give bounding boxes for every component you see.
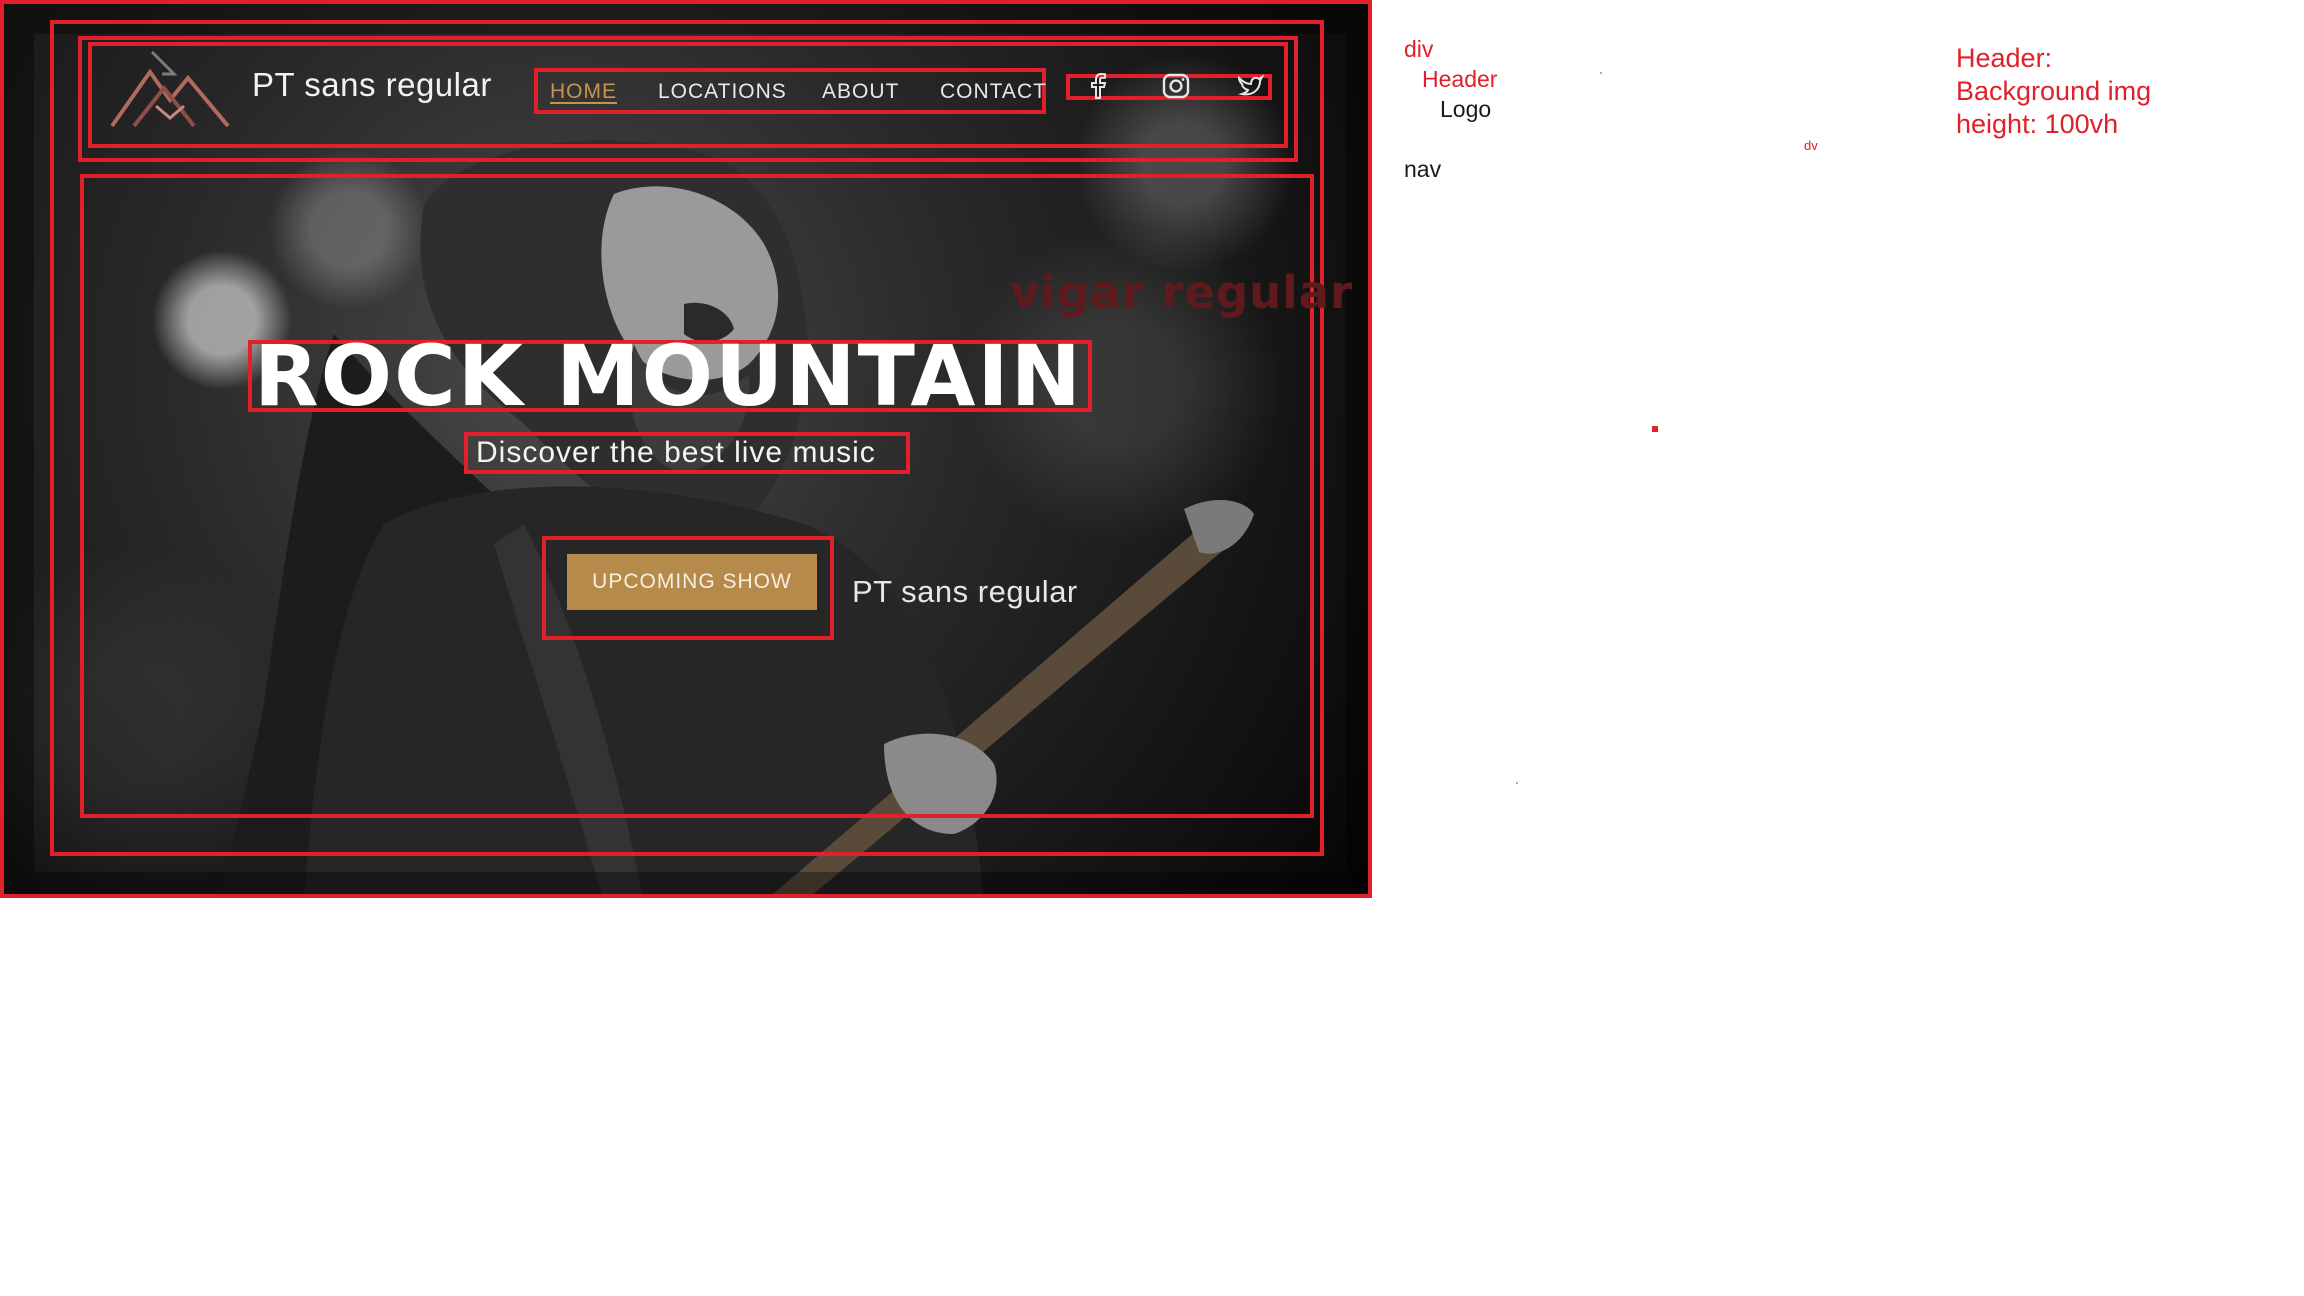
annotation-speck-2 [1516, 782, 1518, 784]
header-note-line-1: Header: [1956, 43, 2053, 73]
button-font-label: PT sans regular [852, 574, 1078, 609]
annotation-logo: Logo [1440, 96, 1492, 122]
header-note-line-2: Background img [1956, 76, 2152, 106]
facebook-icon[interactable] [1084, 72, 1112, 100]
hero-mockup: PT sans regular HOME LOCATIONS ABOUT CON… [0, 0, 1372, 898]
annotation-dot [1652, 426, 1658, 432]
upcoming-show-button[interactable]: UPCOMING SHOW [567, 554, 817, 610]
nav-link-home[interactable]: HOME [550, 80, 617, 104]
annotation-header: Header [1422, 66, 1498, 92]
annotation-nav: nav [1404, 156, 1442, 182]
annotation-small-dv: dv [1804, 138, 1818, 153]
title-font-label: vigar regular [1010, 266, 1354, 319]
nav-link-contact[interactable]: CONTACT [940, 80, 1047, 104]
annotation-speck-1 [1600, 72, 1602, 74]
nav-link-locations[interactable]: LOCATIONS [658, 80, 787, 104]
instagram-icon[interactable] [1162, 72, 1190, 100]
header-note: Header: Background img height: 100vh [1956, 42, 2151, 141]
annotation-div: div [1404, 36, 1434, 62]
brand-name: PT sans regular [252, 66, 492, 103]
hero-subtitle: Discover the best live music [476, 436, 876, 469]
mountain-logo-icon [110, 50, 230, 128]
twitter-icon[interactable] [1236, 72, 1264, 100]
header-note-line-3: height: 100vh [1956, 109, 2119, 139]
nav-link-about[interactable]: ABOUT [822, 80, 899, 104]
hero-title: ROCK MOUNTAIN [254, 327, 1083, 425]
